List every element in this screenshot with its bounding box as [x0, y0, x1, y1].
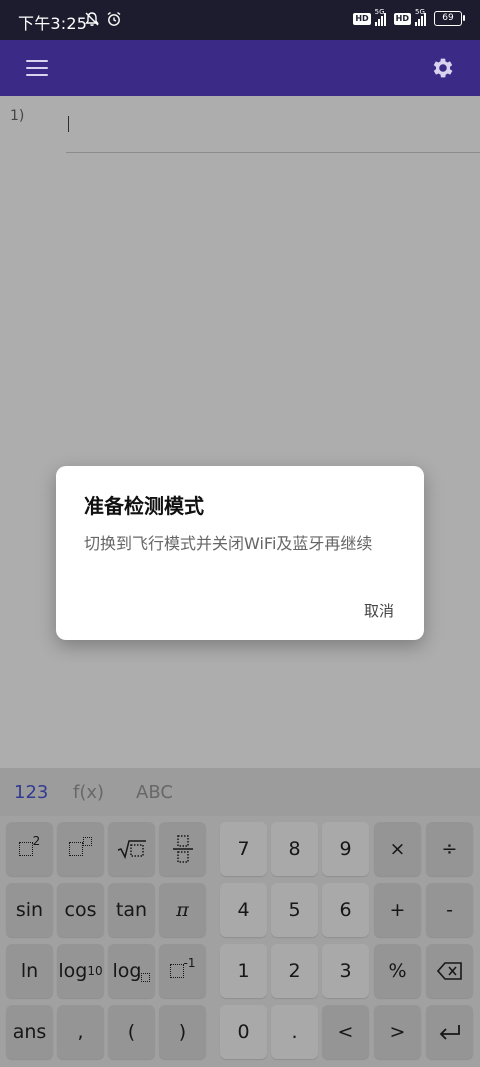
status-right-icons: HD 5G HD 5G 69 [353, 8, 465, 26]
notifications-off-icon [85, 12, 99, 26]
app-bar [0, 40, 480, 96]
hd-badge: HD [393, 12, 411, 25]
hamburger-menu-icon[interactable] [26, 60, 48, 76]
status-left-icons [84, 11, 122, 27]
cancel-button[interactable]: 取消 [364, 600, 394, 621]
alarm-icon [107, 11, 121, 26]
detection-mode-dialog: 准备检测模式 切换到飞行模式并关闭WiFi及蓝牙再继续 取消 [56, 466, 424, 640]
signal-icon: 5G [374, 8, 386, 26]
dialog-message: 切换到飞行模式并关闭WiFi及蓝牙再继续 [84, 534, 373, 553]
signal-icon: 5G [415, 8, 426, 26]
status-time: 下午3:25 [18, 14, 88, 33]
gear-icon[interactable] [430, 55, 456, 81]
battery-icon: 69 [434, 11, 465, 26]
hd-badge: HD [353, 12, 371, 25]
status-bar: 下午3:25 HD 5G HD 5G 69 [0, 0, 480, 40]
dialog-title: 准备检测模式 [84, 494, 204, 518]
